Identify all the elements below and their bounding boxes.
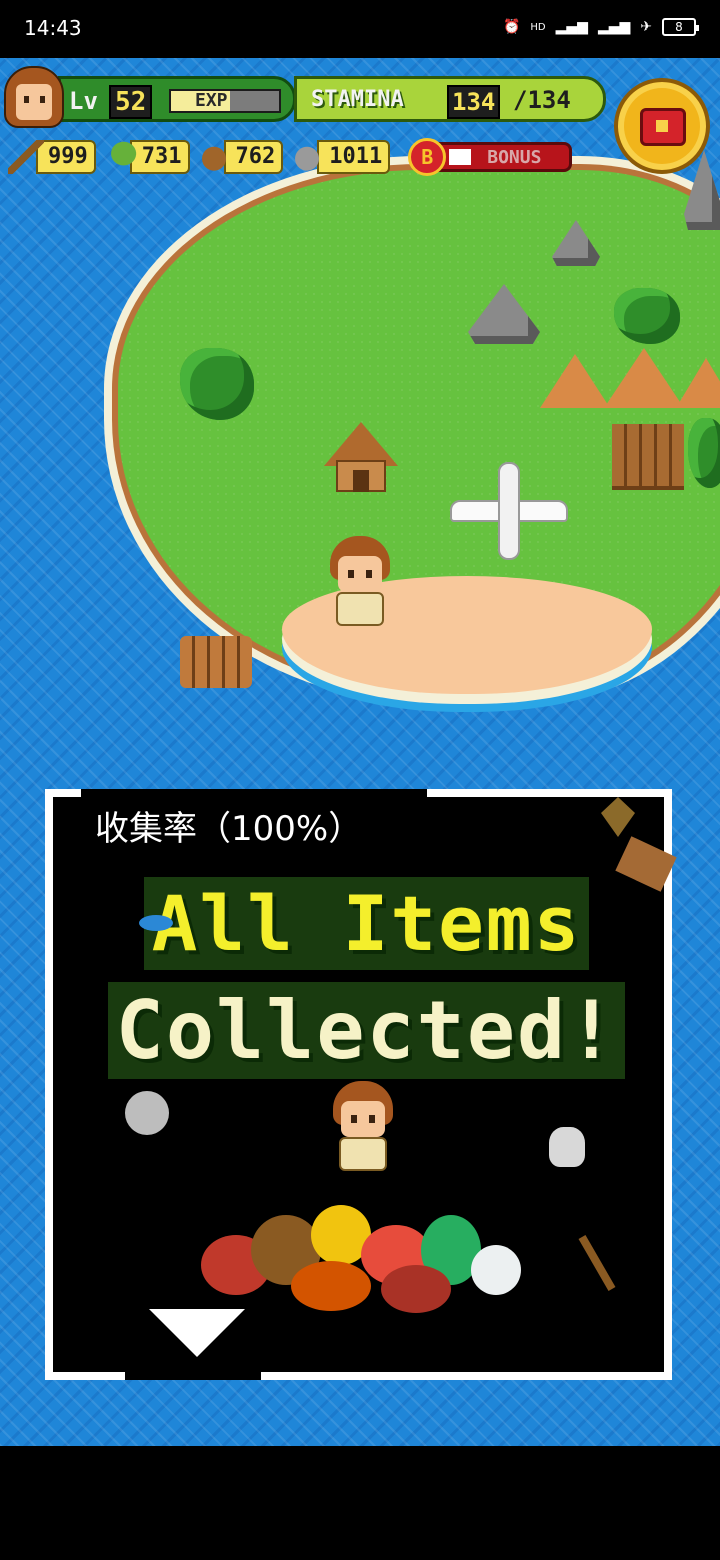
collection-rate: 收集率（100%）	[95, 809, 363, 849]
level-value: 52	[109, 85, 153, 119]
raft-icon[interactable]	[180, 636, 252, 688]
exp-label: EXP	[195, 90, 228, 111]
log-fence-icon[interactable]	[612, 424, 684, 490]
bonus-badge-icon: B	[408, 138, 447, 176]
level-panel: Lv 52 EXP	[58, 76, 296, 122]
resource-leaf: 731	[101, 139, 190, 175]
bottom-bar	[0, 1446, 720, 1560]
airplane-icon[interactable]	[450, 462, 568, 562]
level-label: Lv	[69, 87, 98, 115]
nut-icon	[195, 140, 232, 174]
resource-nut: 762	[195, 139, 284, 175]
leaf-icon	[101, 140, 138, 174]
item-pile-illustration	[201, 1081, 531, 1315]
stamina-current: 134	[447, 85, 501, 119]
resource-bar: 999 731 762 1011 B BONUS	[8, 138, 573, 176]
player-avatar[interactable]	[4, 66, 64, 128]
alarm-icon: ⏰	[502, 19, 521, 35]
kettle-icon	[125, 1091, 169, 1135]
player-character-celebrating	[329, 1081, 397, 1173]
clock: 14:43	[24, 16, 82, 40]
bonus-bar: BONUS	[438, 142, 573, 172]
treasure-chest-button[interactable]	[614, 78, 710, 174]
bonus-label: BONUS	[487, 147, 542, 168]
stone-icon	[289, 140, 326, 174]
stamina-label: STAMINA	[311, 87, 404, 112]
resource-branch: 999	[8, 139, 96, 175]
skull-icon	[549, 1127, 585, 1167]
axe-icon	[578, 1235, 616, 1291]
branch-icon	[8, 140, 44, 174]
fish-icon	[139, 915, 173, 931]
player-character[interactable]	[326, 536, 394, 628]
torch-icon	[601, 797, 635, 837]
stamina-panel: STAMINA 134 /134	[294, 76, 606, 122]
bonus-gauge[interactable]: B BONUS	[408, 138, 573, 176]
system-icons: ⏰ HD ▂▄▆ ▂▄▆ ✈ 8	[502, 18, 699, 36]
collection-complete-dialog[interactable]: 收集率（100%） All Items Collected!	[45, 789, 677, 1380]
wifi-icon: ✈	[640, 19, 652, 35]
stamina-max: /134	[513, 86, 571, 114]
hut-icon[interactable]	[324, 422, 398, 494]
battery-icon: 8	[662, 18, 699, 36]
hd-label: HD	[530, 21, 546, 33]
resource-stone: 1011	[289, 139, 391, 175]
signal-icon: ▂▄▆	[555, 19, 588, 35]
exp-bar: EXP	[169, 89, 281, 113]
headline-collected: Collected!	[53, 982, 680, 1079]
status-bar: 14:43 ⏰ HD ▂▄▆ ▂▄▆ ✈ 8	[0, 0, 720, 58]
signal-icon-2: ▂▄▆	[597, 19, 631, 35]
bonus-fill	[449, 149, 472, 165]
continue-arrow-icon[interactable]	[149, 1309, 245, 1357]
